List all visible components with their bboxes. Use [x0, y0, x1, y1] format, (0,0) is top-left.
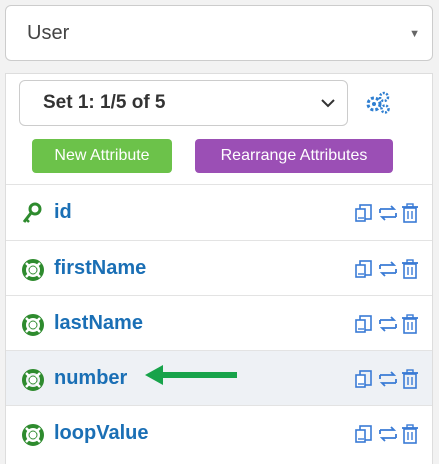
edit-icon[interactable]: [354, 369, 374, 394]
rearrange-attributes-button[interactable]: Rearrange Attributes: [195, 139, 393, 173]
row-actions: [354, 424, 418, 449]
attribute-row: number: [6, 350, 432, 406]
attribute-name-link[interactable]: loopValue: [54, 422, 148, 445]
trash-icon[interactable]: [402, 369, 418, 394]
edit-icon[interactable]: [354, 314, 374, 339]
edit-icon[interactable]: [354, 203, 374, 228]
chevron-down-icon: [321, 99, 335, 108]
move-icon[interactable]: [377, 314, 399, 339]
lifebuoy-icon: [21, 258, 45, 287]
attributes-panel: Set 1: 1/5 of 5 New Attribute Rearrange …: [5, 73, 433, 464]
edit-icon[interactable]: [354, 259, 374, 284]
row-actions: [354, 369, 418, 394]
trash-icon[interactable]: [402, 424, 418, 449]
dropdown-caret-icon: ▼: [409, 28, 420, 40]
move-icon[interactable]: [377, 369, 399, 394]
attribute-name-link[interactable]: firstName: [54, 257, 146, 280]
row-actions: [354, 203, 418, 228]
lifebuoy-icon: [21, 423, 45, 452]
attribute-name-link[interactable]: lastName: [54, 312, 143, 335]
set-select[interactable]: Set 1: 1/5 of 5: [19, 80, 348, 126]
trash-icon[interactable]: [402, 314, 418, 339]
trash-icon[interactable]: [402, 259, 418, 284]
move-icon[interactable]: [377, 424, 399, 449]
settings-gears-icon[interactable]: [365, 91, 391, 115]
attribute-row: lastName: [6, 295, 432, 351]
lifebuoy-icon: [21, 313, 45, 342]
attribute-name-link[interactable]: id: [54, 201, 72, 224]
entity-select[interactable]: User ▼: [5, 5, 433, 61]
attribute-row: loopValue: [6, 405, 432, 461]
key-icon: [21, 202, 43, 231]
set-select-value: Set 1: 1/5 of 5: [43, 92, 166, 113]
row-actions: [354, 314, 418, 339]
new-attribute-button[interactable]: New Attribute: [32, 139, 172, 173]
move-icon[interactable]: [377, 203, 399, 228]
trash-icon[interactable]: [402, 203, 418, 228]
row-actions: [354, 259, 418, 284]
attribute-row: id: [6, 184, 432, 240]
green-arrow-icon: [145, 365, 237, 385]
attribute-row: firstName: [6, 240, 432, 296]
entity-select-value: User: [27, 21, 70, 44]
lifebuoy-icon: [21, 368, 45, 397]
attribute-name-link[interactable]: number: [54, 367, 127, 390]
move-icon[interactable]: [377, 259, 399, 284]
edit-icon[interactable]: [354, 424, 374, 449]
